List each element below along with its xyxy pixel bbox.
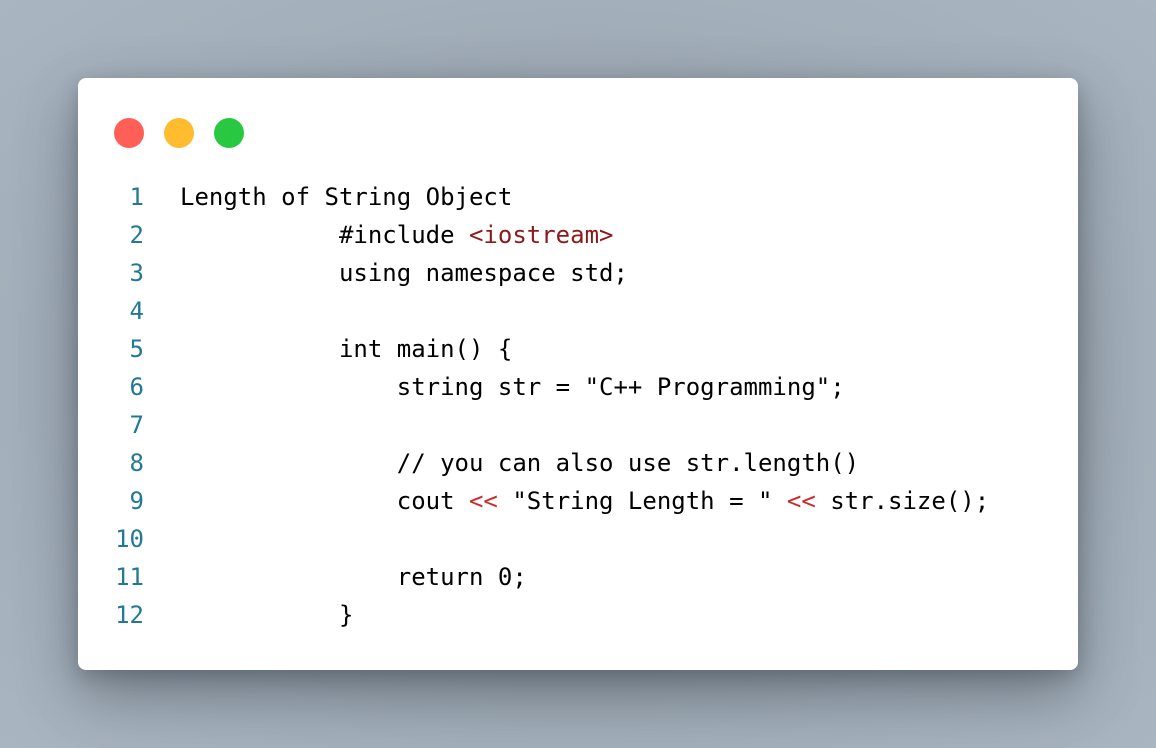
line-number: 2 xyxy=(129,221,144,249)
close-button[interactable] xyxy=(114,118,144,148)
line-number: 5 xyxy=(129,335,144,363)
code-line: 7 xyxy=(78,406,1078,444)
maximize-button[interactable] xyxy=(214,118,244,148)
code-line: 2 #include <iostream> xyxy=(78,216,1078,254)
code-text: return 0; xyxy=(180,563,527,591)
code-token: str.size(); xyxy=(815,487,990,515)
line-number: 11 xyxy=(115,563,144,591)
code-line: 8 // you can also use str.length() xyxy=(78,444,1078,482)
line-number: 9 xyxy=(129,487,144,515)
code-line: 3 using namespace std; xyxy=(78,254,1078,292)
code-text: // you can also use str.length() xyxy=(180,449,860,477)
line-number: 6 xyxy=(129,373,144,401)
line-number: 12 xyxy=(115,601,144,629)
code-text: cout << "String Length = " << str.size()… xyxy=(144,482,989,520)
code-line: 6 string str = "C++ Programming"; xyxy=(78,368,1078,406)
code-token: #include xyxy=(180,221,469,249)
code-line: 11 return 0; xyxy=(78,558,1078,596)
code-window: 1 Length of String Object 2 #include <io… xyxy=(78,78,1078,670)
code-line: 5 int main() { xyxy=(78,330,1078,368)
window-controls xyxy=(114,118,244,148)
line-number: 7 xyxy=(129,411,144,439)
code-token: "String Length = " xyxy=(497,487,787,515)
code-token: cout xyxy=(180,487,469,515)
line-number: 8 xyxy=(129,449,144,477)
line-number: 10 xyxy=(115,525,144,553)
code-line: 10 xyxy=(78,520,1078,558)
code-text: using namespace std; xyxy=(180,259,628,287)
code-text: string str = "C++ Programming"; xyxy=(180,373,845,401)
code-text: Length of String Object xyxy=(180,183,513,211)
code-text: #include <iostream> xyxy=(144,216,614,254)
code-line: 1 Length of String Object xyxy=(78,178,1078,216)
stream-operator: << xyxy=(786,487,816,515)
code-text: int main() { xyxy=(180,335,513,363)
code-line: 12 } xyxy=(78,596,1078,634)
stream-operator: << xyxy=(468,487,498,515)
code-block: 1 Length of String Object 2 #include <io… xyxy=(78,178,1078,634)
minimize-button[interactable] xyxy=(164,118,194,148)
code-line: 9 cout << "String Length = " << str.size… xyxy=(78,482,1078,520)
code-text: } xyxy=(180,601,354,629)
include-path: <iostream> xyxy=(468,221,614,249)
code-line: 4 xyxy=(78,292,1078,330)
line-number: 4 xyxy=(129,297,144,325)
line-number: 3 xyxy=(129,259,144,287)
line-number: 1 xyxy=(129,183,144,211)
